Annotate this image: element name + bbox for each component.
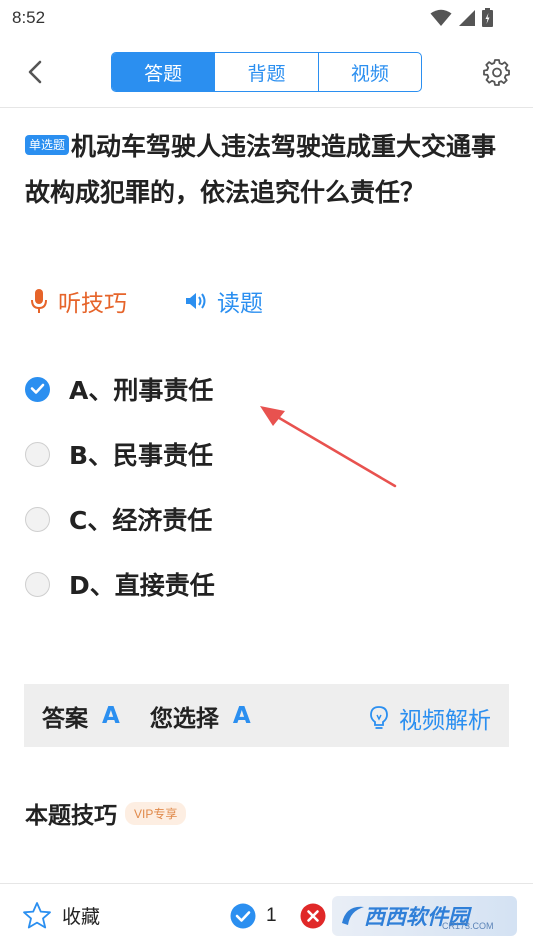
status-time: 8:52 (12, 8, 46, 27)
question-text: 机动车驾驶人违法驾驶造成重大交通事故构成犯罪的，依法追究什么责任？ (25, 132, 497, 207)
read-question-label: 读题 (217, 291, 263, 317)
read-question-button[interactable]: 读题 (185, 284, 263, 318)
wrong-x-icon (300, 903, 326, 929)
tab-memorize[interactable]: 背题 (214, 53, 317, 91)
tips-row: 听技巧 读题 (30, 284, 263, 318)
option-c-radio[interactable] (25, 506, 50, 532)
correct-answer: 答案 A (42, 699, 120, 733)
option-d[interactable]: D、直接责任 (25, 566, 215, 602)
gear-icon[interactable] (483, 58, 511, 86)
watermark-logo: 西西软件园 CR173.COM (332, 896, 517, 936)
option-c[interactable]: C、经济责任 (25, 501, 212, 537)
video-analysis-button[interactable]: 视频解析 (369, 701, 491, 735)
bottom-bar: 收藏 1 西西软件园 CR173.COM (0, 883, 533, 948)
answer-value: A (102, 702, 120, 729)
tip-section-header: 本题技巧 VIP专享 (25, 796, 187, 830)
option-a-label: A、刑事责任 (69, 376, 214, 405)
wifi-icon (430, 9, 452, 26)
question-type-badge: 单选题 (25, 135, 70, 155)
header: 答题 背题 视频 (0, 36, 533, 108)
listen-tips-label: 听技巧 (58, 291, 127, 317)
lightbulb-icon (370, 706, 388, 729)
favorite-button[interactable]: 收藏 (22, 901, 100, 930)
answer-bar: 答案 A 您选择 A 视频解析 (24, 684, 509, 747)
listen-tips-button[interactable]: 听技巧 (30, 284, 127, 318)
speaker-icon (186, 293, 206, 309)
back-icon[interactable] (22, 58, 50, 86)
choice-value: A (232, 702, 251, 729)
option-b-label: B、民事责任 (69, 441, 214, 470)
signal-icon (459, 9, 475, 26)
annotation-arrow (260, 406, 397, 488)
question-text-block: 单选题 机动车驾驶人违法驾驶造成重大交通事故构成犯罪的，依法追究什么责任？ (25, 124, 515, 216)
option-d-radio[interactable] (25, 571, 50, 597)
option-a[interactable]: A、刑事责任 (25, 371, 213, 407)
option-b-radio[interactable] (25, 441, 50, 467)
option-d-label: D、直接责任 (69, 571, 215, 600)
correct-count-value: 1 (266, 905, 277, 926)
check-icon (30, 383, 44, 394)
correct-count[interactable]: 1 (230, 903, 277, 929)
microphone-icon (31, 289, 47, 313)
tab-answer[interactable]: 答题 (112, 53, 215, 91)
answer-label: 答案 (42, 705, 88, 732)
star-icon (23, 902, 51, 929)
video-analysis-label: 视频解析 (399, 708, 491, 734)
watermark-subtext: CR173.COM (442, 921, 494, 931)
tip-section-title: 本题技巧 (25, 803, 117, 829)
option-c-label: C、经济责任 (69, 506, 213, 535)
watermark-swoosh-icon (342, 906, 364, 925)
status-icons (430, 8, 493, 27)
choice-label: 您选择 (149, 705, 219, 732)
vip-badge: VIP专享 (125, 801, 187, 825)
battery-icon (482, 8, 493, 27)
mode-tabs: 答题 背题 视频 (111, 52, 422, 92)
favorite-label: 收藏 (62, 906, 101, 928)
correct-check-icon (230, 903, 256, 929)
wrong-count[interactable] (300, 903, 326, 929)
tab-video[interactable]: 视频 (317, 53, 421, 91)
status-bar: 8:52 (0, 0, 533, 36)
option-a-radio[interactable] (25, 376, 50, 402)
option-b[interactable]: B、民事责任 (25, 436, 213, 472)
your-choice: 您选择 A (150, 699, 251, 733)
